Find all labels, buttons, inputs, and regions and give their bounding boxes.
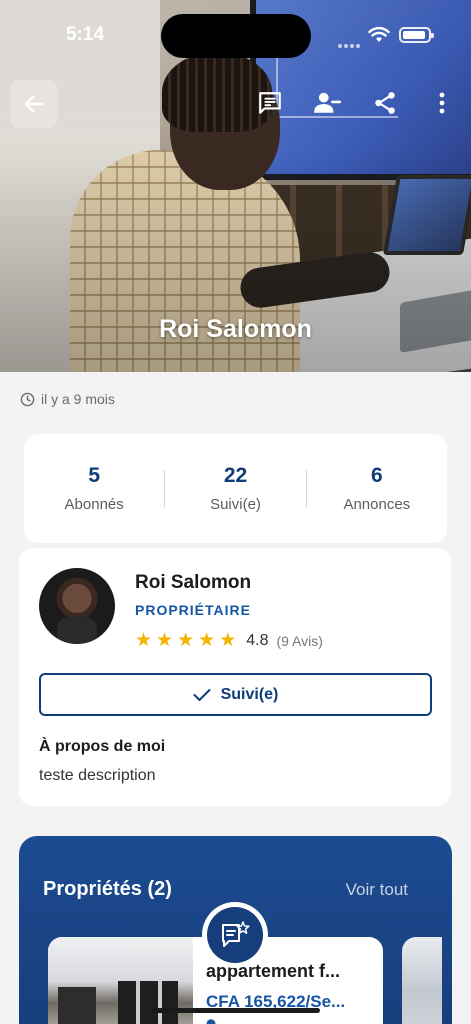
rating-count: (9 Avis) [276,632,323,649]
stat-label: Abonnés [64,496,124,513]
stats-card: 5 Abonnés 22 Suivi(e) 6 Annonces [24,434,447,543]
back-button[interactable] [10,80,58,128]
more-vertical-icon [439,92,445,114]
stat-value: 5 [88,464,100,487]
dynamic-island [161,14,311,58]
profile-card: Roi Salomon PROPRIÉTAIRE ★ ★ ★ ★ ★ 4.8 (… [19,548,451,806]
follow-button-label: Suivi(e) [220,685,279,703]
clock-icon [20,392,35,406]
stat-following[interactable]: 22 Suivi(e) [165,464,305,513]
location-pin-icon [206,1019,216,1024]
profile-role-badge: PROPRIÉTAIRE [135,602,251,618]
stat-label: Suivi(e) [210,496,261,513]
stat-value: 6 [370,464,383,487]
back-arrow-icon [24,95,44,113]
property-location [206,1019,216,1024]
chat-icon [259,92,281,114]
profile-name: Roi Salomon [135,572,252,593]
follow-button[interactable]: Suivi(e) [39,673,432,716]
check-icon [193,688,211,701]
properties-title: Propriétés (2) [43,878,172,900]
home-indicator[interactable] [150,1008,320,1013]
review-chat-icon [222,921,250,947]
stat-listings[interactable]: 6 Annonces [307,464,447,513]
reviews-fab-inner [207,907,263,963]
hero-user-name: Roi Salomon [159,315,312,343]
star-icon: ★ [177,630,195,651]
profile-rating[interactable]: ★ ★ ★ ★ ★ 4.8 (9 Avis) [135,631,323,650]
status-time: 5:14 [66,24,105,45]
unfollow-button[interactable] [312,88,342,118]
more-options-button[interactable] [427,88,457,118]
share-icon [375,92,395,114]
member-since-text: il y a 9 mois [41,391,115,407]
about-text: teste description [39,767,156,784]
star-icon: ★ [135,630,153,651]
battery-icon [399,27,434,43]
status-bar: 5:14 [0,0,471,60]
member-since: il y a 9 mois [20,391,115,407]
signal-icon [338,35,364,48]
share-button[interactable] [370,88,400,118]
star-icon: ★ [198,630,216,651]
message-button[interactable] [255,88,285,118]
reviews-fab[interactable] [202,902,268,968]
wifi-icon [368,26,390,42]
stat-label: Annonces [343,496,411,513]
about-title: À propos de moi [39,738,166,755]
stat-value: 22 [223,464,248,487]
stat-followers[interactable]: 5 Abonnés [24,464,164,513]
star-icon: ★ [156,630,174,651]
star-icon: ★ [219,630,237,651]
avatar [39,568,115,644]
person-remove-icon [314,92,341,113]
rating-value: 4.8 [246,631,269,649]
property-card-next[interactable] [402,937,442,1024]
see-all-link[interactable]: Voir tout [346,880,408,900]
